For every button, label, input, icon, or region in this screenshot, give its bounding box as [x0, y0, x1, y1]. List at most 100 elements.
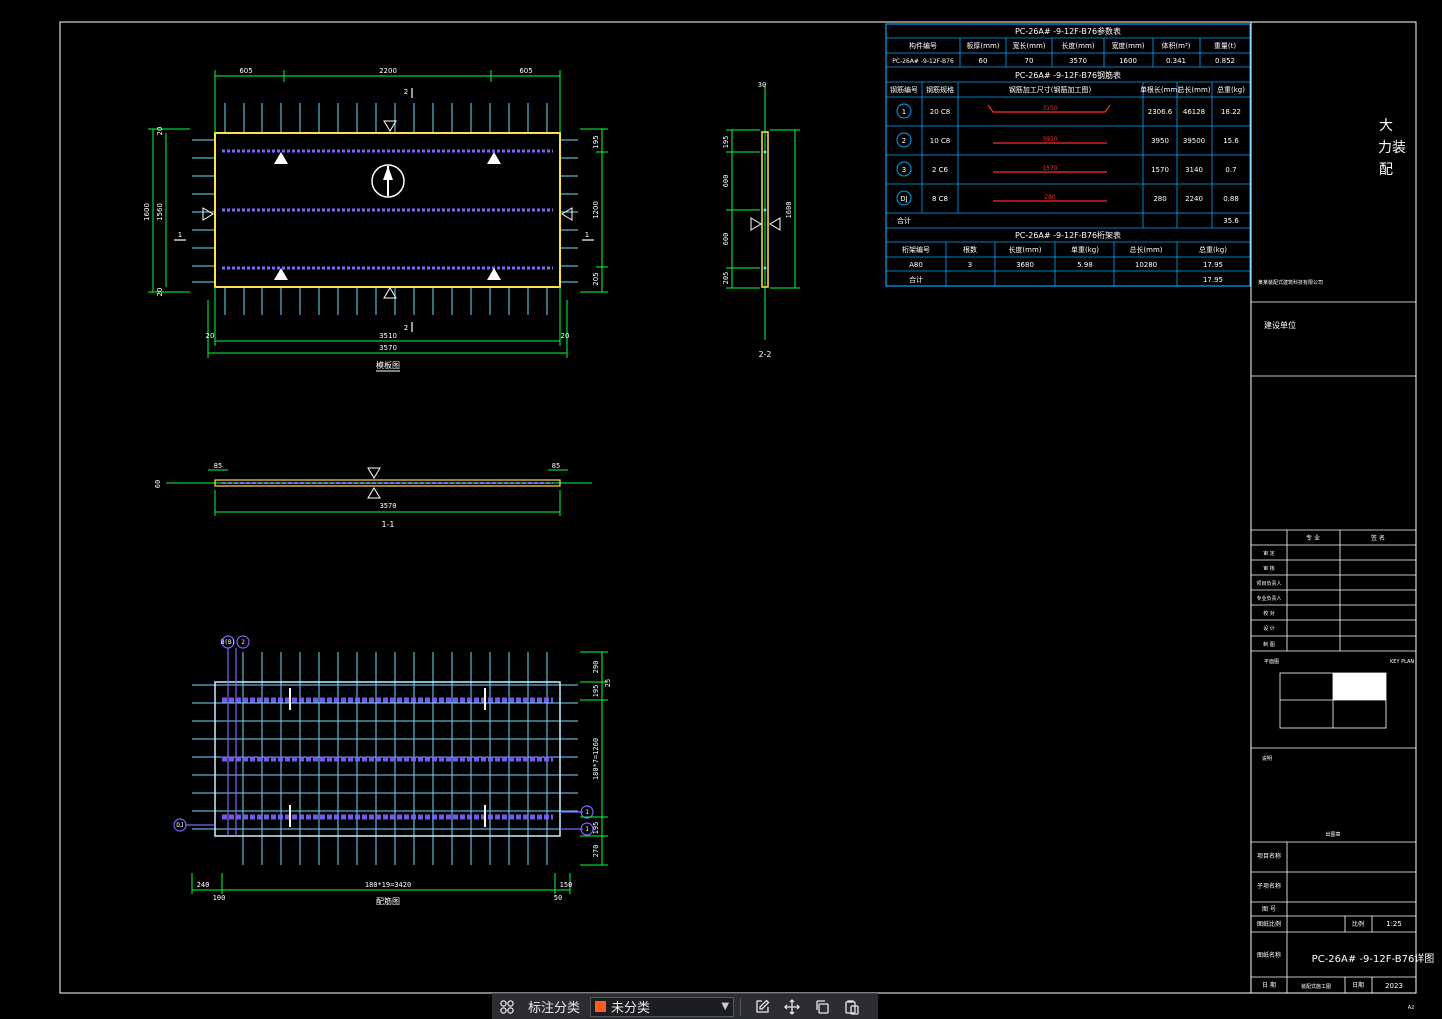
svg-text:17.95: 17.95 — [1203, 261, 1223, 269]
svg-text:单根长(mm): 单根长(mm) — [1140, 85, 1180, 94]
svg-text:20 C8: 20 C8 — [930, 108, 950, 116]
svg-text:205: 205 — [722, 272, 730, 285]
svg-text:总长(mm): 总长(mm) — [1177, 85, 1210, 94]
svg-text:3140: 3140 — [1185, 166, 1203, 174]
svg-text:280: 280 — [1153, 195, 1166, 203]
svg-text:0.88: 0.88 — [1223, 195, 1239, 203]
svg-text:制 图: 制 图 — [1263, 641, 1275, 648]
svg-text:3: 3 — [902, 166, 906, 174]
svg-text:图纸名称: 图纸名称 — [1257, 951, 1281, 959]
svg-text:1: 1 — [902, 108, 906, 116]
svg-text:3570: 3570 — [379, 344, 397, 352]
svg-text:桁架编号: 桁架编号 — [902, 245, 930, 254]
svg-text:605: 605 — [519, 67, 532, 75]
svg-text:建设单位: 建设单位 — [1264, 320, 1296, 330]
svg-text:审 定: 审 定 — [1263, 550, 1275, 557]
svg-text:20: 20 — [561, 332, 570, 340]
edit-icon[interactable] — [747, 994, 777, 1019]
svg-text:大: 大 — [1379, 118, 1393, 134]
svg-text:出图章: 出图章 — [1325, 831, 1340, 838]
svg-text:体积(m³): 体积(m³) — [1161, 41, 1190, 50]
svg-text:重量(t): 重量(t) — [1214, 42, 1236, 50]
copy-icon[interactable] — [807, 994, 837, 1019]
svg-text:3570: 3570 — [380, 502, 397, 510]
svg-text:1570: 1570 — [1042, 165, 1057, 172]
svg-text:2200: 2200 — [379, 67, 397, 75]
svg-text:比例: 比例 — [1352, 920, 1364, 928]
svg-text:180*19=3420: 180*19=3420 — [365, 881, 411, 889]
svg-text:30: 30 — [758, 81, 766, 89]
svg-text:子项名称: 子项名称 — [1257, 882, 1281, 890]
plan-title: 模板图 — [376, 360, 400, 370]
drawing-name: PC-26A# -9-12F-B76详图 — [1312, 952, 1435, 965]
svg-text:PC-26A# -9-12F-B76: PC-26A# -9-12F-B76 — [892, 58, 954, 65]
section-1-label: 1-1 — [381, 520, 394, 529]
svg-text:构件编号: 构件编号 — [909, 41, 937, 50]
svg-text:B(B): B(B) — [221, 639, 235, 646]
svg-text:A80: A80 — [909, 261, 923, 269]
svg-text:2: 2 — [241, 639, 245, 646]
svg-text:180*7=1260: 180*7=1260 — [592, 738, 600, 780]
svg-text:宽长(mm): 宽长(mm) — [1012, 41, 1045, 50]
svg-text:KEY PLAN: KEY PLAN — [1390, 659, 1414, 665]
svg-text:1600: 1600 — [785, 202, 793, 219]
svg-text:290: 290 — [592, 661, 600, 674]
svg-text:270: 270 — [592, 845, 600, 858]
svg-text:1: 1 — [585, 826, 589, 833]
annotation-toolbar: 标注分类 未分类 ▼ — [492, 993, 878, 1019]
svg-text:60: 60 — [154, 480, 162, 488]
svg-text:100: 100 — [213, 894, 226, 902]
svg-text:25: 25 — [604, 679, 612, 687]
svg-text:校 对: 校 对 — [1263, 610, 1275, 617]
svg-text:3950: 3950 — [1151, 137, 1169, 145]
paste-icon[interactable] — [837, 994, 867, 1019]
annotation-category-select[interactable]: 未分类 ▼ — [590, 996, 735, 1017]
svg-text:150: 150 — [560, 881, 573, 889]
svg-text:18.22: 18.22 — [1221, 108, 1241, 116]
svg-text:70: 70 — [1025, 57, 1034, 65]
svg-text:0.341: 0.341 — [1166, 57, 1186, 65]
svg-text:2: 2 — [404, 324, 408, 332]
svg-text:合计: 合计 — [909, 275, 923, 284]
svg-text:10 C8: 10 C8 — [930, 137, 950, 145]
svg-text:根数: 根数 — [963, 245, 977, 254]
grid-icon[interactable] — [492, 994, 522, 1019]
svg-text:3510: 3510 — [379, 332, 397, 340]
svg-text:50: 50 — [554, 894, 562, 902]
svg-text:1600: 1600 — [1119, 57, 1137, 65]
svg-text:605: 605 — [239, 67, 252, 75]
svg-text:日期: 日期 — [1352, 981, 1364, 989]
svg-text:长度(mm): 长度(mm) — [1061, 41, 1094, 50]
svg-text:专业负责人: 专业负责人 — [1256, 595, 1281, 602]
toolbar-divider — [740, 997, 742, 1016]
table3-title: PC-26A# -9-12F-B76桁架表 — [1015, 230, 1121, 240]
svg-text:合计: 合计 — [897, 216, 911, 225]
category-select-value: 未分类 — [611, 1001, 651, 1016]
move-icon[interactable] — [777, 994, 807, 1019]
svg-text:205: 205 — [592, 272, 600, 285]
svg-text:20: 20 — [156, 127, 164, 136]
svg-text:5.98: 5.98 — [1077, 261, 1093, 269]
svg-text:配: 配 — [1379, 162, 1393, 178]
svg-text:钢筋规格: 钢筋规格 — [926, 85, 954, 94]
svg-text:审 核: 审 核 — [1263, 565, 1275, 572]
svg-text:装配式施工图: 装配式施工图 — [1301, 983, 1331, 990]
svg-text:DJ: DJ — [176, 822, 183, 829]
svg-text:设 计: 设 计 — [1263, 625, 1275, 632]
svg-text:1: 1 — [178, 231, 182, 239]
svg-text:板厚(mm): 板厚(mm) — [966, 41, 999, 50]
svg-text:1200: 1200 — [592, 201, 600, 219]
svg-text:195: 195 — [592, 685, 600, 698]
svg-text:0.7: 0.7 — [1225, 166, 1236, 174]
svg-text:总重(kg): 总重(kg) — [1199, 245, 1227, 254]
svg-text:总长(mm): 总长(mm) — [1129, 245, 1162, 254]
annotation-category-label: 标注分类 — [528, 1001, 581, 1016]
svg-text:钢筋加工尺寸(钢筋加工图): 钢筋加工尺寸(钢筋加工图) — [1009, 85, 1092, 94]
svg-text:2: 2 — [404, 88, 408, 96]
svg-text:35.6: 35.6 — [1223, 217, 1239, 225]
svg-text:0.852: 0.852 — [1215, 57, 1235, 65]
svg-text:17.95: 17.95 — [1203, 276, 1223, 284]
cad-drawing-canvas[interactable]: 605 2200 605 3510 3570 20 20 1600 1560 2… — [0, 0, 1442, 1018]
svg-text:10280: 10280 — [1135, 261, 1157, 269]
svg-text:85: 85 — [552, 462, 560, 470]
